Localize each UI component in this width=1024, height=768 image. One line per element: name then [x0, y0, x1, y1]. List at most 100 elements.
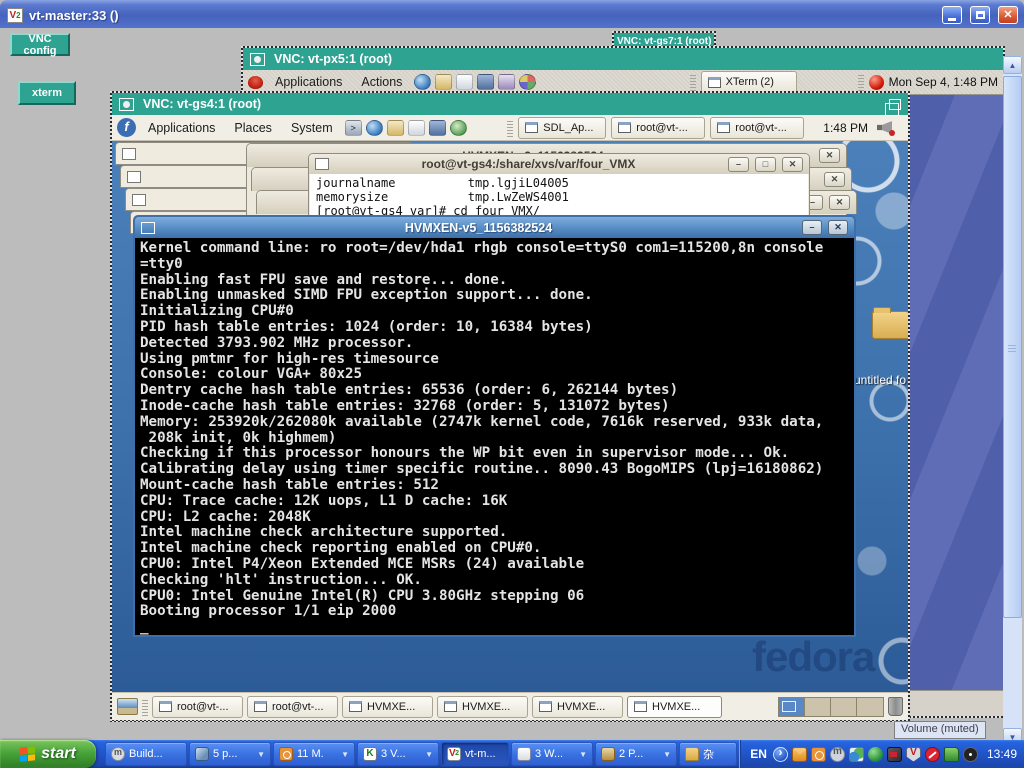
web-browser-icon[interactable]: [414, 74, 431, 90]
px5-menu-actions[interactable]: Actions: [354, 75, 409, 89]
bottom-task-button-2[interactable]: root@vt-...: [247, 696, 338, 718]
untitled-folder-label[interactable]: untitled fo: [854, 373, 906, 387]
no-entry-icon[interactable]: [925, 747, 940, 762]
four-vmx-titlebar[interactable]: root@vt-gs4:/share/xvs/var/four_VMX – □ …: [309, 154, 809, 174]
gs4-clock[interactable]: 1:48 PM: [823, 121, 868, 135]
group-arrow-icon[interactable]: ▼: [257, 750, 265, 759]
task-button-vtmaster-active[interactable]: vt-m...: [441, 742, 509, 766]
bottom-task-button-1[interactable]: root@vt-...: [152, 696, 243, 718]
group-arrow-icon[interactable]: ▼: [579, 750, 587, 759]
alarm-clock-icon[interactable]: [811, 747, 826, 762]
px5-panel-handle[interactable]: [690, 73, 696, 91]
antivirus-shield-icon[interactable]: [906, 747, 921, 762]
trash-icon[interactable]: [888, 697, 903, 716]
gs4-restore-icon[interactable]: [889, 99, 901, 110]
scroll-up-button[interactable]: ▲: [1003, 56, 1022, 74]
mail-icon[interactable]: [792, 747, 807, 762]
hvmxen-v5-titlebar[interactable]: HVMXEN-v5_1156382524 – ✕: [135, 217, 854, 238]
px5-window-menu-icon[interactable]: [250, 53, 265, 66]
task-button-putty-group[interactable]: 5 p...▼: [189, 742, 271, 766]
xterm-button[interactable]: xterm: [18, 81, 76, 105]
hvmxen-v5-terminal[interactable]: Kernel command line: ro root=/dev/hda1 r…: [135, 238, 854, 635]
gs4-menu-applications[interactable]: Applications: [141, 121, 222, 135]
office-writer-icon[interactable]: [456, 74, 473, 90]
maximize-button[interactable]: [970, 6, 990, 24]
alert-ball-icon[interactable]: [869, 75, 884, 90]
task-button-build[interactable]: Build...: [105, 742, 187, 766]
group-arrow-icon[interactable]: ▼: [425, 750, 433, 759]
minimize-button[interactable]: –: [802, 220, 822, 235]
task-button-p-group[interactable]: 2 P...▼: [595, 742, 677, 766]
close-button[interactable]: ✕: [824, 172, 845, 187]
px5-menu-applications[interactable]: Applications: [268, 75, 349, 89]
task-button-folder[interactable]: 杂: [679, 742, 737, 766]
email-icon[interactable]: [387, 120, 404, 136]
minimize-button[interactable]: [942, 6, 962, 24]
vnc-config-button[interactable]: VNC config: [10, 33, 70, 56]
tray-clock[interactable]: 13:49: [987, 747, 1017, 761]
vertical-scrollbar[interactable]: ▲ ▼: [1003, 56, 1022, 746]
px5-clock[interactable]: Mon Sep 4, 1:48 PM: [889, 75, 998, 89]
show-desktop-icon[interactable]: [117, 698, 138, 715]
redhat-menu-icon[interactable]: [248, 76, 263, 89]
minimize-button[interactable]: –: [728, 157, 749, 172]
workspace-2[interactable]: [805, 698, 831, 716]
workspace-4[interactable]: [857, 698, 883, 716]
close-button[interactable]: ✕: [782, 157, 803, 172]
window-icon: [159, 701, 172, 712]
maximize-button[interactable]: □: [755, 157, 776, 172]
vertical-scroll-thumb[interactable]: [1003, 76, 1022, 618]
close-button[interactable]: ✕: [998, 6, 1018, 24]
start-button[interactable]: start: [0, 740, 96, 768]
gs4-bottom-handle[interactable]: [142, 698, 148, 716]
px5-titlebar[interactable]: VNC: vt-px5:1 (root): [243, 48, 1003, 70]
gs4-window-menu-icon[interactable]: [119, 98, 134, 111]
screen-icon[interactable]: [477, 74, 494, 90]
workspace-3[interactable]: [831, 698, 857, 716]
close-button[interactable]: ✕: [829, 195, 850, 210]
meter-icon[interactable]: [963, 747, 978, 762]
task-button-notepad-group[interactable]: 3 W...▼: [511, 742, 593, 766]
email-icon[interactable]: [435, 74, 452, 90]
gs4-panel-handle[interactable]: [507, 119, 513, 137]
card-reader-icon[interactable]: [887, 747, 902, 762]
px5-panel-handle2[interactable]: [858, 73, 864, 91]
task-button-kvm-group[interactable]: 3 V...▼: [357, 742, 439, 766]
globe-icon[interactable]: [450, 120, 467, 136]
web-browser-icon[interactable]: [366, 120, 383, 136]
gs4-titlebar[interactable]: VNC: vt-gs4:1 (root): [112, 93, 908, 115]
fedora-menu-icon[interactable]: f: [117, 118, 136, 137]
gs4-task-button-root1[interactable]: root@vt-...: [611, 117, 705, 139]
task-button-clock-group[interactable]: 11 M.▼: [273, 742, 355, 766]
office-writer-icon[interactable]: [408, 120, 425, 136]
close-button[interactable]: ✕: [819, 148, 840, 163]
usb-icon[interactable]: [944, 747, 959, 762]
gs4-menu-system[interactable]: System: [284, 121, 340, 135]
paint-icon[interactable]: [498, 74, 515, 90]
group-arrow-icon[interactable]: ▼: [663, 750, 671, 759]
window-hvmxen-v5[interactable]: HVMXEN-v5_1156382524 – ✕ Kernel command …: [133, 215, 856, 637]
close-button[interactable]: ✕: [828, 220, 848, 235]
office-impress-icon[interactable]: [519, 74, 536, 90]
vnc-viewer-titlebar[interactable]: V2 vt-master:33 () ✕: [0, 0, 1024, 28]
hidden-icons-chevron[interactable]: [773, 747, 788, 762]
bottom-task-button-3[interactable]: HVMXE...: [342, 696, 433, 718]
gs4-task-button-root2[interactable]: root@vt-...: [710, 117, 804, 139]
network-icon[interactable]: [868, 747, 883, 762]
untitled-folder-icon[interactable]: [872, 311, 908, 339]
workspace-1-active[interactable]: [779, 698, 805, 716]
screen-icon[interactable]: [429, 120, 446, 136]
messenger-icon[interactable]: [849, 747, 864, 762]
terminal-icon[interactable]: [345, 120, 362, 136]
bottom-task-button-4[interactable]: HVMXE...: [437, 696, 528, 718]
putty-icon: [195, 747, 209, 761]
gs4-menu-places[interactable]: Places: [227, 121, 279, 135]
group-arrow-icon[interactable]: ▼: [341, 750, 349, 759]
gs4-task-button-sdl[interactable]: SDL_Ap...: [518, 117, 606, 139]
px5-xterm-task-button[interactable]: XTerm (2): [701, 71, 797, 93]
bottom-task-button-5[interactable]: HVMXE...: [532, 696, 623, 718]
bottom-task-button-6-active[interactable]: HVMXE...: [627, 696, 722, 718]
m-app-icon[interactable]: [830, 747, 845, 762]
workspace-switcher[interactable]: [778, 697, 884, 717]
language-indicator[interactable]: EN: [750, 747, 767, 761]
